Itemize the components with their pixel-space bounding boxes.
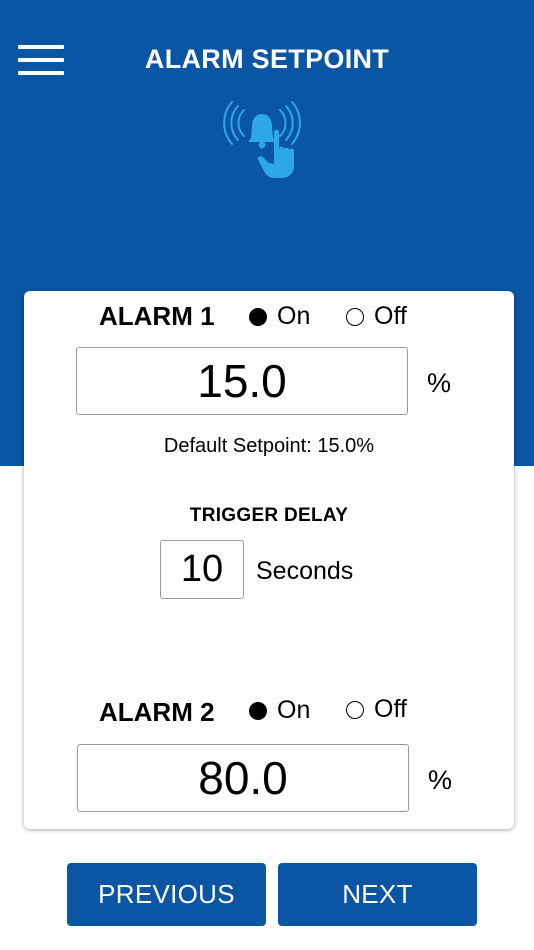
previous-button[interactable]: PREVIOUS — [67, 863, 266, 926]
alarm1-off-label: Off — [374, 302, 407, 330]
alarm2-off-radio[interactable]: Off — [346, 695, 407, 724]
alarm2-on-label: On — [277, 696, 311, 724]
radio-selected-icon — [249, 307, 267, 326]
radio-unselected-icon — [346, 700, 364, 719]
radio-selected-icon — [249, 701, 267, 720]
alarm1-on-radio[interactable]: On — [249, 302, 310, 331]
radio-unselected-icon — [346, 307, 364, 326]
alarm2-label: ALARM 2 — [99, 697, 215, 727]
alarm1-setpoint-input[interactable]: 15.0 — [76, 347, 408, 415]
alarm1-off-radio[interactable]: Off — [346, 302, 407, 331]
alarm1-label: ALARM 1 — [99, 301, 215, 331]
alarm2-on-radio[interactable]: On — [249, 696, 310, 725]
alarm-settings-card: ALARM 1 On Off 15.0 % Default Setpoint: … — [24, 291, 514, 829]
trigger-delay-unit: Seconds — [256, 557, 354, 585]
alarm2-off-label: Off — [374, 695, 407, 723]
next-button[interactable]: NEXT — [278, 863, 477, 926]
page-title: ALARM SETPOINT — [144, 44, 390, 74]
bell-touch-icon — [223, 101, 301, 178]
trigger-delay-input[interactable]: 10 — [160, 540, 244, 599]
alarm2-setpoint-input[interactable]: 80.0 — [77, 744, 409, 812]
alarm1-on-label: On — [277, 302, 311, 330]
trigger-delay-title: TRIGGER DELAY — [189, 505, 349, 526]
alarm2-unit: % — [428, 765, 453, 795]
alarm1-unit: % — [427, 368, 452, 398]
alarm1-default-setpoint: Default Setpoint: 15.0% — [163, 435, 375, 457]
